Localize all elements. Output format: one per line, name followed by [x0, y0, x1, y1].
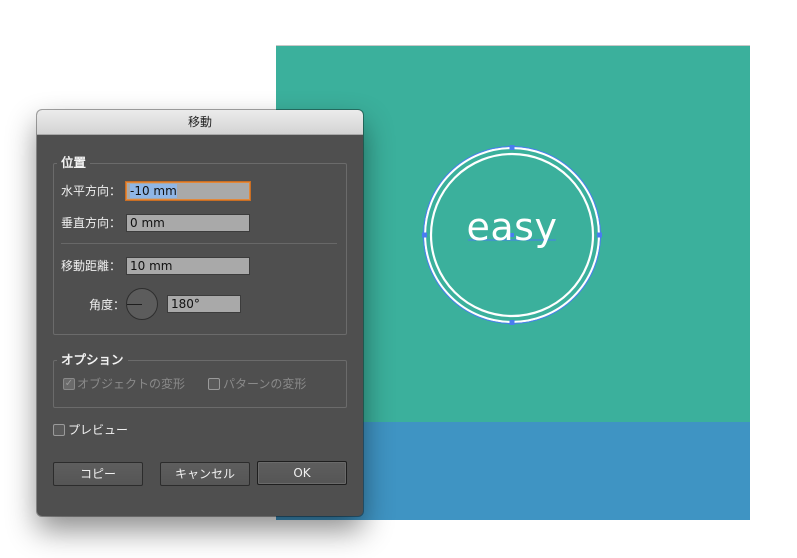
copy-button[interactable]: コピー — [53, 462, 143, 486]
horizontal-input[interactable]: -10 mm — [126, 182, 250, 200]
horizontal-label: 水平方向： — [61, 184, 122, 198]
dialog-title[interactable]: 移動 — [37, 110, 363, 135]
vertical-input[interactable]: 0 mm — [126, 214, 250, 232]
anchor-point-bottom — [509, 320, 515, 325]
transform-patterns-label: パターンの変形 — [223, 377, 307, 391]
vertical-label: 垂直方向： — [61, 216, 122, 230]
distance-input[interactable]: 10 mm — [126, 257, 250, 275]
preview-checkbox[interactable] — [53, 424, 65, 436]
move-dialog: 移動 位置 水平方向： -10 mm 垂直方向： 0 mm 移動距離： 10 m… — [37, 110, 363, 516]
preview-label: プレビュー — [68, 423, 129, 437]
position-group-title: 位置 — [57, 155, 91, 171]
options-group-title: オプション — [57, 352, 128, 368]
angle-label: 角度： — [89, 298, 126, 312]
easy-text-object[interactable]: easy — [420, 203, 604, 251]
position-separator — [61, 243, 337, 244]
angle-input[interactable]: 180° — [167, 295, 241, 313]
transform-objects-checkbox[interactable]: ✓ — [63, 378, 75, 390]
horizontal-input-value: -10 mm — [130, 184, 177, 198]
illustrator-workspace: easy 移動 位置 水平方向： -10 mm 垂直方向： 0 mm 移動距離：… — [0, 0, 797, 558]
cancel-button[interactable]: キャンセル — [160, 462, 250, 486]
distance-label: 移動距離： — [61, 259, 122, 273]
selected-badge-group[interactable]: easy — [420, 143, 604, 327]
transform-objects-label: オブジェクトの変形 — [77, 377, 186, 391]
transform-patterns-checkbox[interactable] — [208, 378, 220, 390]
ok-button[interactable]: OK — [257, 461, 347, 485]
angle-dial-hand — [127, 304, 142, 305]
anchor-point-top — [509, 145, 515, 150]
angle-dial[interactable] — [126, 288, 158, 320]
